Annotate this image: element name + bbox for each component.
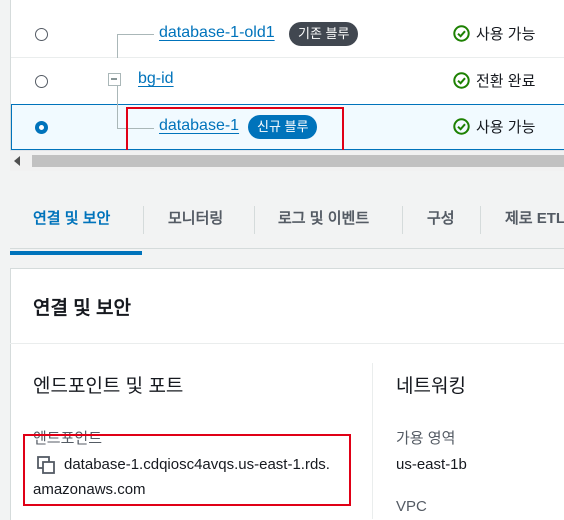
vpc-label: VPC bbox=[396, 498, 427, 515]
status-available: 사용 가능 bbox=[453, 23, 535, 44]
networking-heading: 네트워킹 bbox=[396, 376, 466, 397]
availability-zone-value: us-east-1b bbox=[396, 456, 467, 473]
row-radio[interactable] bbox=[35, 75, 48, 88]
table-row[interactable]: bg-id 전환 완료 bbox=[11, 58, 564, 105]
row-radio[interactable] bbox=[35, 28, 48, 41]
tab-connectivity-security[interactable]: 연결 및 보안 bbox=[33, 190, 110, 248]
row-radio-selected[interactable] bbox=[35, 121, 48, 134]
active-tab-indicator bbox=[10, 251, 142, 255]
divider bbox=[10, 343, 564, 344]
table-row[interactable]: database-1-old1 기존 블루 사용 가능 bbox=[11, 11, 564, 58]
highlight-box bbox=[126, 107, 344, 153]
detail-tabs: 연결 및 보안 모니터링 로그 및 이벤트 구성 제로 ETL bbox=[10, 190, 564, 249]
check-circle-icon bbox=[453, 72, 470, 89]
scroll-left-arrow-icon[interactable] bbox=[14, 156, 20, 166]
collapse-icon[interactable] bbox=[108, 73, 121, 86]
tab-monitoring[interactable]: 모니터링 bbox=[168, 190, 223, 248]
highlight-box bbox=[23, 434, 351, 506]
tree-line bbox=[117, 34, 154, 35]
tree-line bbox=[117, 86, 118, 128]
check-circle-icon bbox=[453, 118, 470, 135]
db-link-old[interactable]: database-1-old1 bbox=[159, 24, 275, 42]
old-blue-badge: 기존 블루 bbox=[289, 22, 359, 46]
card-title: 연결 및 보안 bbox=[33, 298, 131, 319]
endpoint-port-heading: 엔드포인트 및 포트 bbox=[33, 376, 184, 397]
tree-line bbox=[117, 34, 118, 58]
status-available: 사용 가능 bbox=[453, 116, 535, 137]
scrollbar-thumb[interactable] bbox=[32, 155, 564, 167]
blue-green-deployment-link[interactable]: bg-id bbox=[138, 70, 174, 88]
status-switchover-complete: 전환 완료 bbox=[453, 70, 535, 91]
horizontal-scrollbar[interactable] bbox=[10, 150, 564, 171]
availability-zone-label: 가용 영역 bbox=[396, 430, 456, 447]
tab-zero-etl[interactable]: 제로 ETL bbox=[505, 190, 564, 248]
tab-logs-events[interactable]: 로그 및 이벤트 bbox=[278, 190, 369, 248]
check-circle-icon bbox=[453, 25, 470, 42]
column-divider bbox=[372, 363, 373, 519]
tab-configuration[interactable]: 구성 bbox=[427, 190, 455, 248]
